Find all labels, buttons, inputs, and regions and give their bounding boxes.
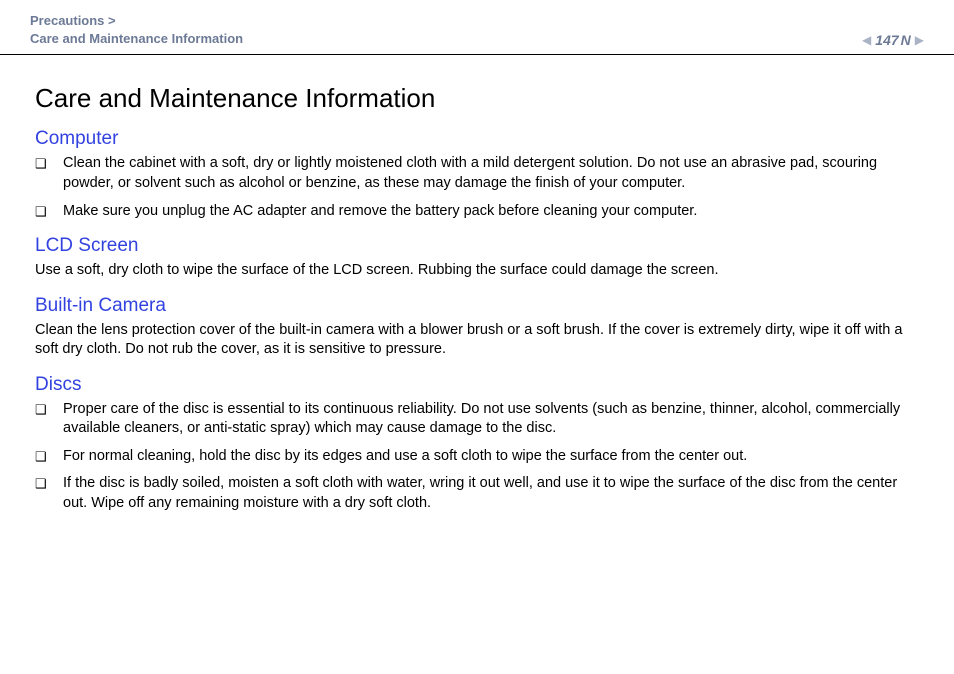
bullet-icon: ❑ (35, 154, 63, 173)
bullet-icon: ❑ (35, 474, 63, 493)
list-item: ❑ Clean the cabinet with a soft, dry or … (35, 154, 919, 193)
page-content: Care and Maintenance Information Compute… (0, 55, 954, 513)
section-heading-camera: Built-in Camera (35, 295, 919, 317)
bullet-text: For normal cleaning, hold the disc by it… (63, 447, 919, 467)
next-page-arrow-icon[interactable]: ▶ (915, 34, 924, 46)
page-number: 147 (875, 32, 898, 48)
section-heading-discs: Discs (35, 374, 919, 396)
breadcrumb: Precautions > Care and Maintenance Infor… (30, 12, 243, 48)
list-item: ❑ For normal cleaning, hold the disc by … (35, 447, 919, 467)
bullet-text: Make sure you unplug the AC adapter and … (63, 202, 919, 222)
breadcrumb-line1: Precautions > (30, 13, 116, 28)
list-item: ❑ Proper care of the disc is essential t… (35, 400, 919, 439)
camera-body: Clean the lens protection cover of the b… (35, 321, 919, 360)
page-header: Precautions > Care and Maintenance Infor… (0, 0, 954, 55)
list-item: ❑ If the disc is badly soiled, moisten a… (35, 474, 919, 513)
section-heading-lcd: LCD Screen (35, 235, 919, 257)
breadcrumb-line2: Care and Maintenance Information (30, 31, 243, 46)
list-item: ❑ Make sure you unplug the AC adapter an… (35, 202, 919, 222)
prev-page-arrow-icon[interactable]: ◀ (862, 34, 871, 46)
page-nav: ◀ 147 N ▶ (862, 32, 924, 48)
bullet-text: If the disc is badly soiled, moisten a s… (63, 474, 919, 513)
bullet-text: Proper care of the disc is essential to … (63, 400, 919, 439)
computer-bullets: ❑ Clean the cabinet with a soft, dry or … (35, 154, 919, 221)
bullet-text: Clean the cabinet with a soft, dry or li… (63, 154, 919, 193)
lcd-body: Use a soft, dry cloth to wipe the surfac… (35, 261, 919, 281)
bullet-icon: ❑ (35, 400, 63, 419)
bullet-icon: ❑ (35, 202, 63, 221)
section-heading-computer: Computer (35, 128, 919, 150)
page-number-suffix: N (901, 32, 911, 48)
page-title: Care and Maintenance Information (35, 83, 919, 114)
discs-bullets: ❑ Proper care of the disc is essential t… (35, 400, 919, 514)
bullet-icon: ❑ (35, 447, 63, 466)
